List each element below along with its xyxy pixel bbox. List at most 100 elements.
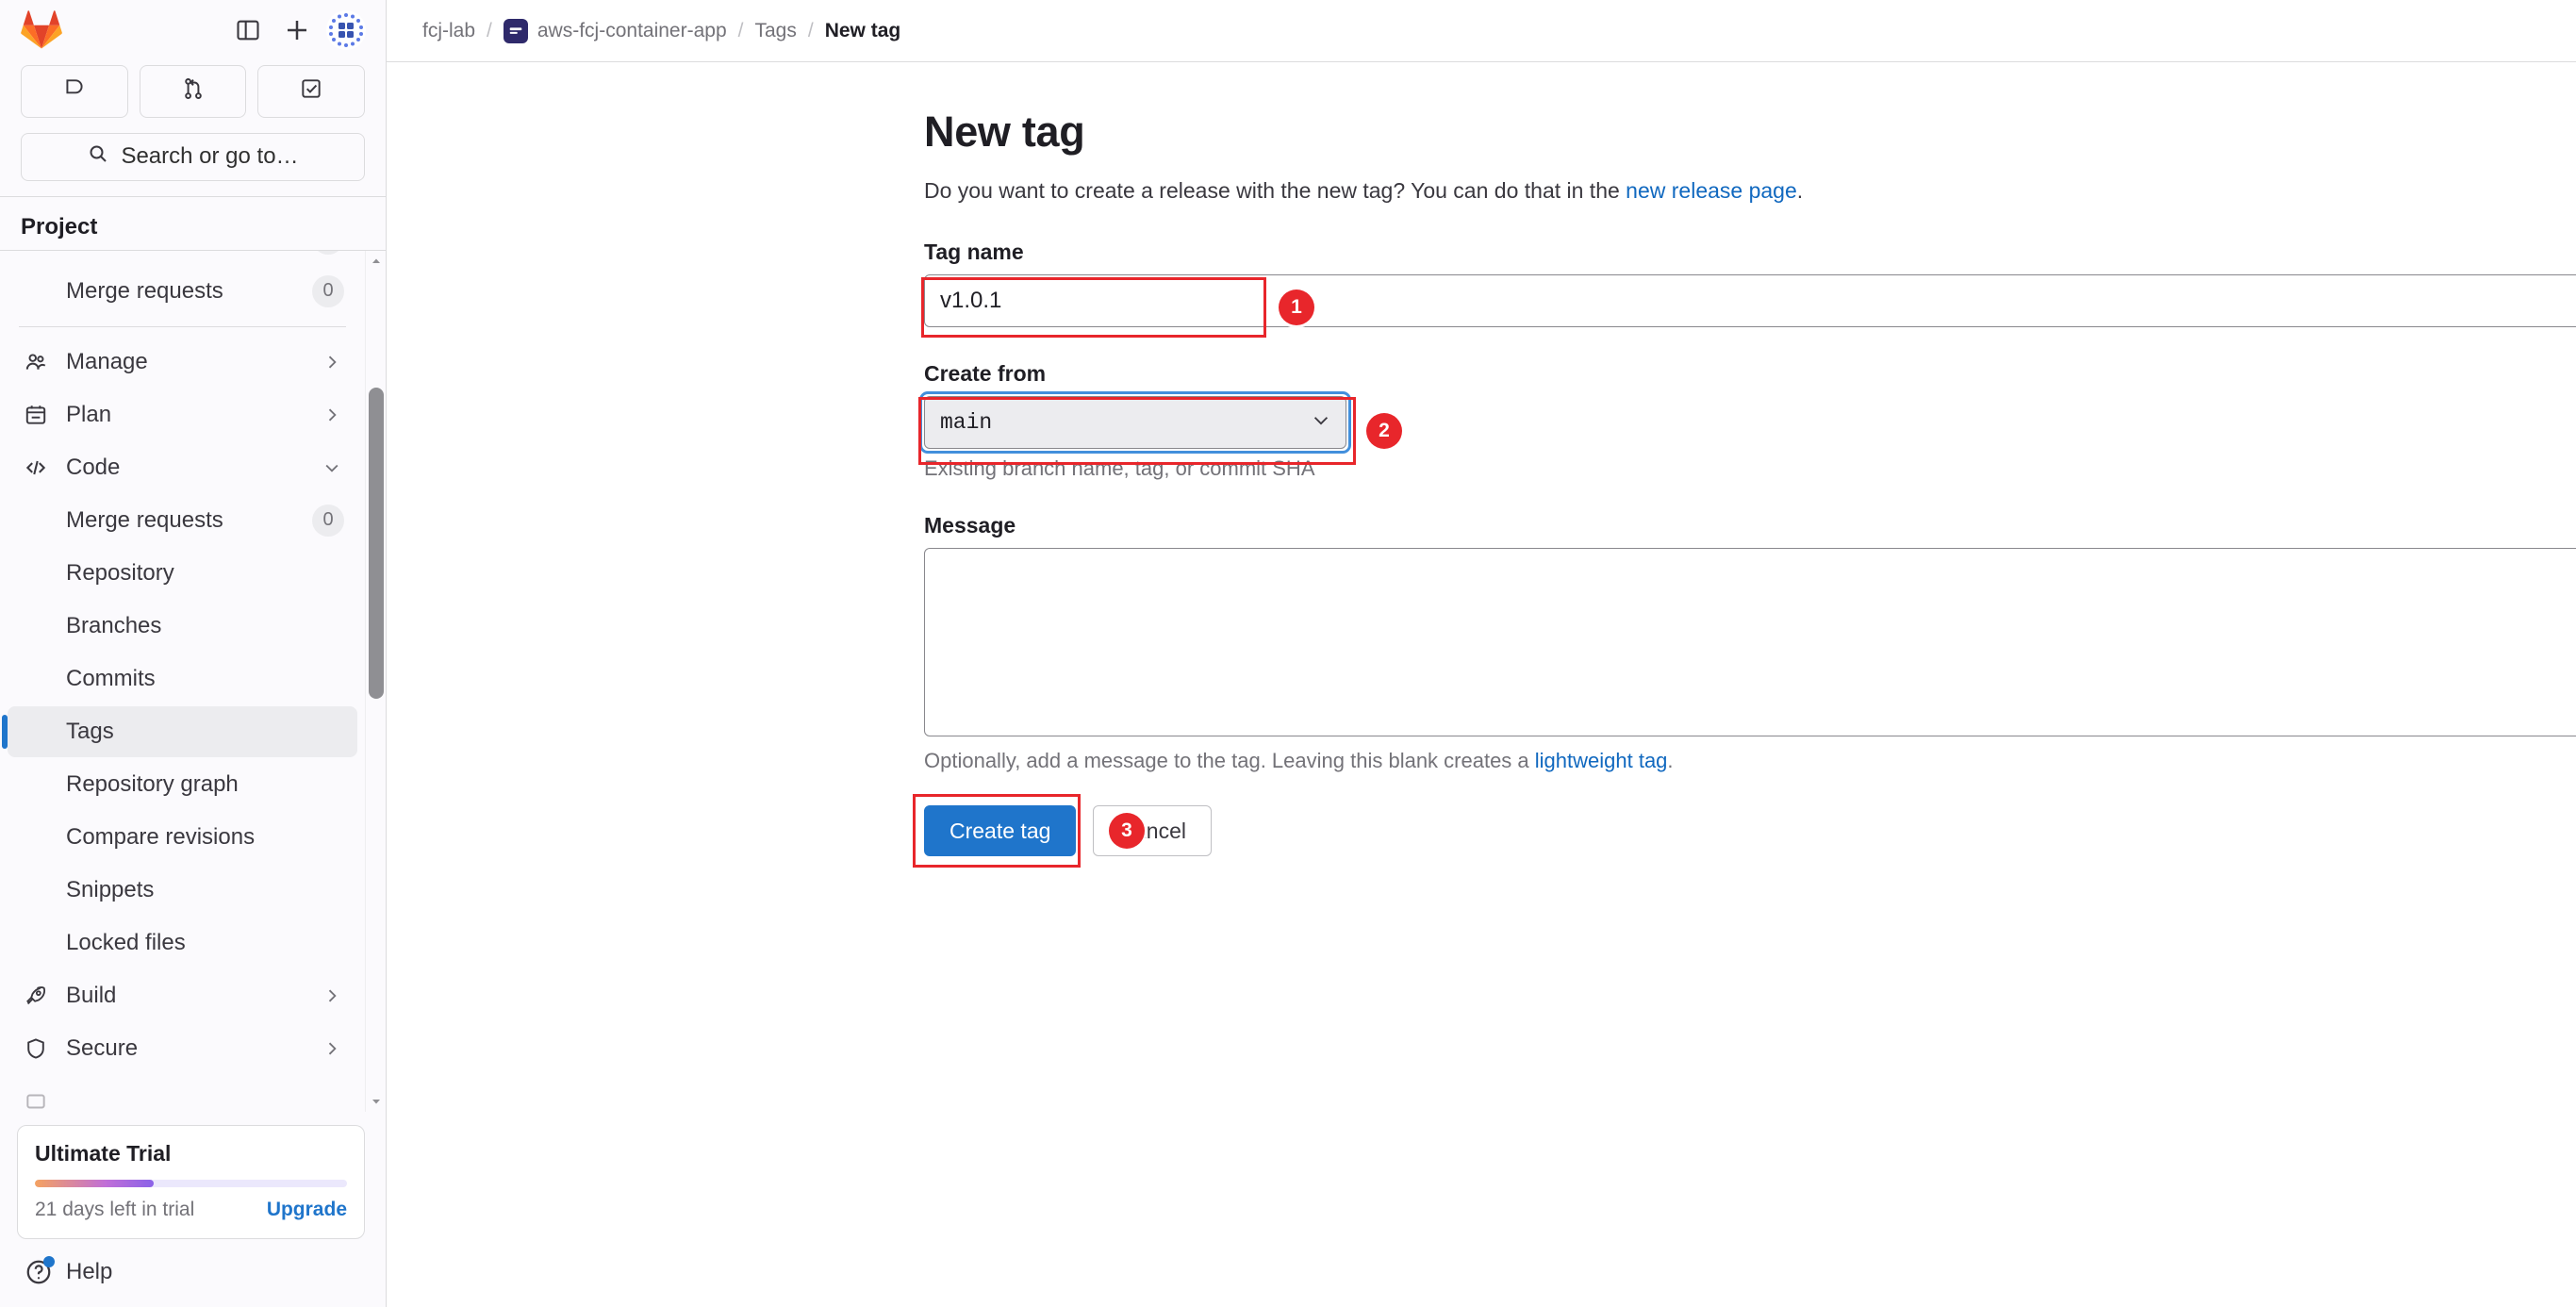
upgrade-link[interactable]: Upgrade [267, 1199, 347, 1221]
question-circle-icon [25, 1256, 55, 1286]
page-subtitle-text: Do you want to create a release with the… [924, 178, 1627, 203]
quick-merge-requests-button[interactable] [139, 64, 247, 118]
new-release-page-link[interactable]: new release page [1626, 178, 1797, 203]
trial-title: Ultimate Trial [35, 1141, 172, 1166]
tag-name-input[interactable] [924, 274, 2576, 327]
sidebar-item-code[interactable]: Code [8, 442, 357, 493]
sidebar-item-label: Commits [66, 665, 156, 691]
sidebar-item-label: Code [66, 454, 121, 480]
sidebar-item-label: Issues [66, 251, 297, 252]
main-content: fcj-lab / aws-fcj-container-app / Tags /… [387, 0, 2576, 1307]
search-icon [87, 142, 109, 172]
breadcrumb-item-project[interactable]: aws-fcj-container-app [503, 18, 727, 43]
breadcrumb: fcj-lab / aws-fcj-container-app / Tags /… [387, 0, 2576, 62]
sidebar-item-label [66, 1088, 344, 1112]
trial-footer: 21 days left in trial Upgrade [35, 1199, 347, 1221]
tag-name-label: Tag name [924, 240, 1024, 264]
trial-days-left: 21 days left in trial [35, 1199, 195, 1220]
message-help-text: Optionally, add a message to the tag. Le… [924, 749, 1535, 772]
sidebar-item-snippets[interactable]: Snippets [8, 865, 357, 916]
breadcrumb-item-tags[interactable]: Tags [754, 20, 796, 42]
scroll-up-arrow-icon[interactable] [366, 251, 386, 272]
todo-check-icon [299, 76, 323, 106]
sidebar-item-tags[interactable]: Tags [2, 705, 357, 757]
help-button[interactable]: Help [0, 1249, 386, 1307]
issues-icon [62, 76, 87, 106]
avatar [326, 10, 366, 51]
create-from-select[interactable]: main [924, 396, 1346, 449]
message-textarea-wrap [924, 548, 2576, 741]
sidebar-item-badge: 0 [312, 504, 344, 537]
page-title: New tag [924, 108, 1085, 156]
sidebar-item-plan[interactable]: Plan [8, 389, 357, 440]
sidebar-item-build[interactable]: Build [8, 970, 357, 1021]
sidebar-item-compare-revisions[interactable]: Compare revisions [8, 812, 357, 863]
rocket-icon [21, 981, 51, 1011]
annotation-badge-1: 1 [1279, 290, 1314, 325]
sidebar-item-manage[interactable]: Manage [8, 337, 357, 388]
sidebar-item-merge-requests-top[interactable]: Merge requests 0 [8, 266, 357, 317]
sidebar-item-branches[interactable]: Branches [8, 601, 357, 652]
create-from-help: Existing branch name, tag, or commit SHA [924, 456, 1315, 480]
lightweight-tag-link[interactable]: lightweight tag [1535, 749, 1668, 772]
sidebar-item-label: Merge requests [66, 277, 223, 304]
sidebar-toggle-icon[interactable] [223, 6, 272, 55]
deploy-icon [21, 1086, 51, 1112]
help-label: Help [66, 1259, 113, 1284]
sidebar-item-label: Repository graph [66, 770, 239, 797]
sidebar-item-label: Repository [66, 559, 174, 586]
sidebar: Search or go to… Project Issues 0 Merge … [0, 0, 387, 1307]
sidebar-item-label: Manage [66, 348, 148, 374]
message-textarea[interactable] [924, 548, 2576, 736]
chevron-right-icon [320, 350, 344, 374]
sidebar-item-label: Plan [66, 401, 112, 427]
breadcrumb-separator: / [807, 19, 814, 41]
sidebar-item-secure[interactable]: Secure [8, 1023, 357, 1074]
sidebar-item-commits[interactable]: Commits [8, 654, 357, 704]
annotation-badge-2: 2 [1366, 413, 1402, 449]
sidebar-scrollbar-thumb[interactable] [369, 387, 384, 699]
sidebar-item-badge: 0 [312, 274, 344, 307]
sidebar-scrollbar[interactable] [365, 250, 386, 1112]
app-root: Search or go to… Project Issues 0 Merge … [0, 0, 2576, 1307]
sidebar-item-label: Secure [66, 1034, 139, 1061]
sidebar-item-deploy[interactable] [8, 1076, 357, 1112]
sidebar-item-repository-graph[interactable]: Repository graph [8, 759, 357, 810]
sidebar-header [0, 0, 386, 61]
trial-progress-fill [35, 1180, 154, 1187]
quick-issues-button[interactable] [21, 64, 128, 118]
message-label: Message [924, 513, 1016, 538]
tag-name-field-group: Tag name 1 [921, 240, 2576, 338]
scroll-down-arrow-icon[interactable] [366, 1091, 386, 1112]
sidebar-item-merge-requests[interactable]: Merge requests 0 [8, 495, 357, 546]
gitlab-logo-icon [21, 9, 62, 51]
sidebar-item-badge: 0 [312, 250, 344, 255]
sidebar-item-issues[interactable]: Issues 0 [8, 250, 357, 264]
trial-progress-bar [35, 1180, 347, 1187]
help-notification-dot [43, 1256, 55, 1267]
user-avatar-button[interactable] [322, 6, 371, 55]
sidebar-nav-list: Issues 0 Merge requests 0 Manage [0, 250, 365, 1112]
create-tag-button[interactable]: Create tag [924, 805, 1077, 856]
sidebar-nav-scroll: Issues 0 Merge requests 0 Manage [0, 249, 386, 1112]
quick-todos-button[interactable] [257, 64, 366, 118]
sidebar-item-label: Branches [66, 612, 162, 638]
sidebar-section-title: Project [0, 195, 386, 250]
sidebar-item-label: Snippets [66, 876, 155, 902]
breadcrumb-item-group[interactable]: fcj-lab [422, 20, 475, 42]
sidebar-item-locked-files[interactable]: Locked files [8, 918, 357, 968]
sidebar-item-label: Merge requests [66, 506, 223, 533]
plus-icon[interactable] [272, 6, 322, 55]
users-icon [21, 347, 51, 377]
breadcrumb-item-current: New tag [824, 19, 901, 41]
shield-icon [21, 1034, 51, 1064]
create-from-label: Create from [924, 361, 1047, 386]
sidebar-item-label: Tags [66, 718, 114, 744]
page-subtitle: Do you want to create a release with the… [924, 178, 2576, 204]
message-help-suffix: . [1667, 749, 1674, 772]
sidebar-item-repository[interactable]: Repository [8, 548, 357, 599]
create-from-select-wrap: main [919, 391, 1351, 454]
search-input[interactable]: Search or go to… [21, 132, 365, 181]
breadcrumb-project-label: aws-fcj-container-app [537, 19, 727, 41]
create-from-value: main [940, 410, 993, 435]
